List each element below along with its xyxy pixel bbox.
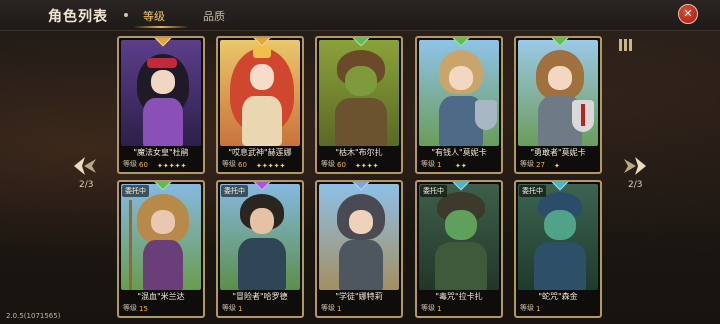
level-value: 1 [437, 305, 442, 313]
tab-indicator-dot [124, 13, 128, 17]
hero-name: "魔法女皇"杜鹃 [133, 148, 189, 157]
star-rating: ✦✦✦✦✦ [157, 162, 187, 170]
level-label: 等级 [222, 160, 236, 168]
hero-card[interactable]: 委托中 "毒咒"拉卡扎 等级 1 [415, 180, 503, 318]
hero-name: "学徒"娜特莉 [335, 292, 383, 301]
version-label: 2.0.5(1071565) [6, 312, 61, 320]
star-rating: ✦ [554, 162, 560, 170]
hero-card[interactable]: "哎息武神"赫莲娜 等级 60 ✦✦✦✦✦ [216, 36, 304, 174]
hero-name: "枯木"布尔扎 [335, 148, 383, 157]
level-label: 等级 [123, 160, 137, 168]
level-label: 等级 [421, 160, 435, 168]
hero-card[interactable]: "有钱人"莫妮卡 等级 1 ✦✦ [415, 36, 503, 174]
hero-name: "冒险者"哈罗德 [232, 292, 288, 301]
level-value: 15 [139, 305, 148, 313]
next-page-arrow-icon[interactable] [622, 155, 648, 177]
level-label: 等级 [421, 304, 435, 312]
hero-portrait [518, 184, 598, 290]
hero-portrait [121, 184, 201, 290]
hero-portrait [319, 184, 399, 290]
hero-card[interactable]: 委托中 "混血"米兰达 等级 15 [117, 180, 205, 318]
star-rating: ✦✦✦✦ [355, 162, 379, 170]
hero-card[interactable]: "学徒"娜特莉 等级 1 [315, 180, 403, 318]
filter-icon[interactable] [618, 37, 634, 53]
top-bar: 角色列表 等级 品质 ✕ [0, 0, 720, 31]
commission-status-badge: 委托中 [519, 185, 546, 197]
hero-name: "毒咒"拉卡扎 [435, 292, 483, 301]
level-label: 等级 [123, 304, 137, 312]
hero-portrait [319, 40, 399, 146]
level-value: 1 [536, 305, 541, 313]
level-label: 等级 [321, 160, 335, 168]
prev-page-arrow-icon[interactable] [72, 155, 98, 177]
commission-status-badge: 委托中 [420, 185, 447, 197]
page-title: 角色列表 [48, 9, 108, 25]
level-value: 1 [238, 305, 243, 313]
level-label: 等级 [321, 304, 335, 312]
close-icon[interactable]: ✕ [678, 4, 698, 24]
commission-status-badge: 委托中 [221, 185, 248, 197]
level-label: 等级 [222, 304, 236, 312]
hero-portrait [518, 40, 598, 146]
level-value: 1 [337, 305, 342, 313]
commission-status-badge: 委托中 [122, 185, 149, 197]
tab-quality[interactable]: 品质 [203, 8, 225, 24]
level-value: 60 [337, 161, 346, 169]
hero-portrait [220, 40, 300, 146]
level-value: 1 [437, 161, 442, 169]
hero-portrait [220, 184, 300, 290]
level-value: 60 [139, 161, 148, 169]
hero-card[interactable]: "枯木"布尔扎 等级 60 ✦✦✦✦ [315, 36, 403, 174]
hero-name: "有钱人"莫妮卡 [431, 148, 487, 157]
hero-card[interactable]: "勇敢者"莫妮卡 等级 27 ✦ [514, 36, 602, 174]
page-indicator-right: 2/3 [628, 180, 643, 190]
hero-card[interactable]: 委托中 "蛇咒"森金 等级 1 [514, 180, 602, 318]
level-value: 27 [536, 161, 545, 169]
active-tab-underline [133, 26, 189, 28]
level-value: 60 [238, 161, 247, 169]
hero-portrait [121, 40, 201, 146]
star-rating: ✦✦ [455, 162, 467, 170]
star-rating: ✦✦✦✦✦ [256, 162, 286, 170]
level-label: 等级 [520, 304, 534, 312]
hero-name: "混血"米兰达 [137, 292, 185, 301]
tab-level[interactable]: 等级 [143, 8, 165, 24]
hero-card[interactable]: "魔法女皇"杜鹃 等级 60 ✦✦✦✦✦ [117, 36, 205, 174]
hero-portrait [419, 184, 499, 290]
hero-name: "哎息武神"赫莲娜 [228, 148, 292, 157]
hero-portrait [419, 40, 499, 146]
hero-card[interactable]: 委托中 "冒险者"哈罗德 等级 1 [216, 180, 304, 318]
hero-name: "蛇咒"森金 [538, 292, 578, 301]
hero-name: "勇敢者"莫妮卡 [530, 148, 586, 157]
page-indicator-left: 2/3 [79, 180, 94, 190]
level-label: 等级 [520, 160, 534, 168]
